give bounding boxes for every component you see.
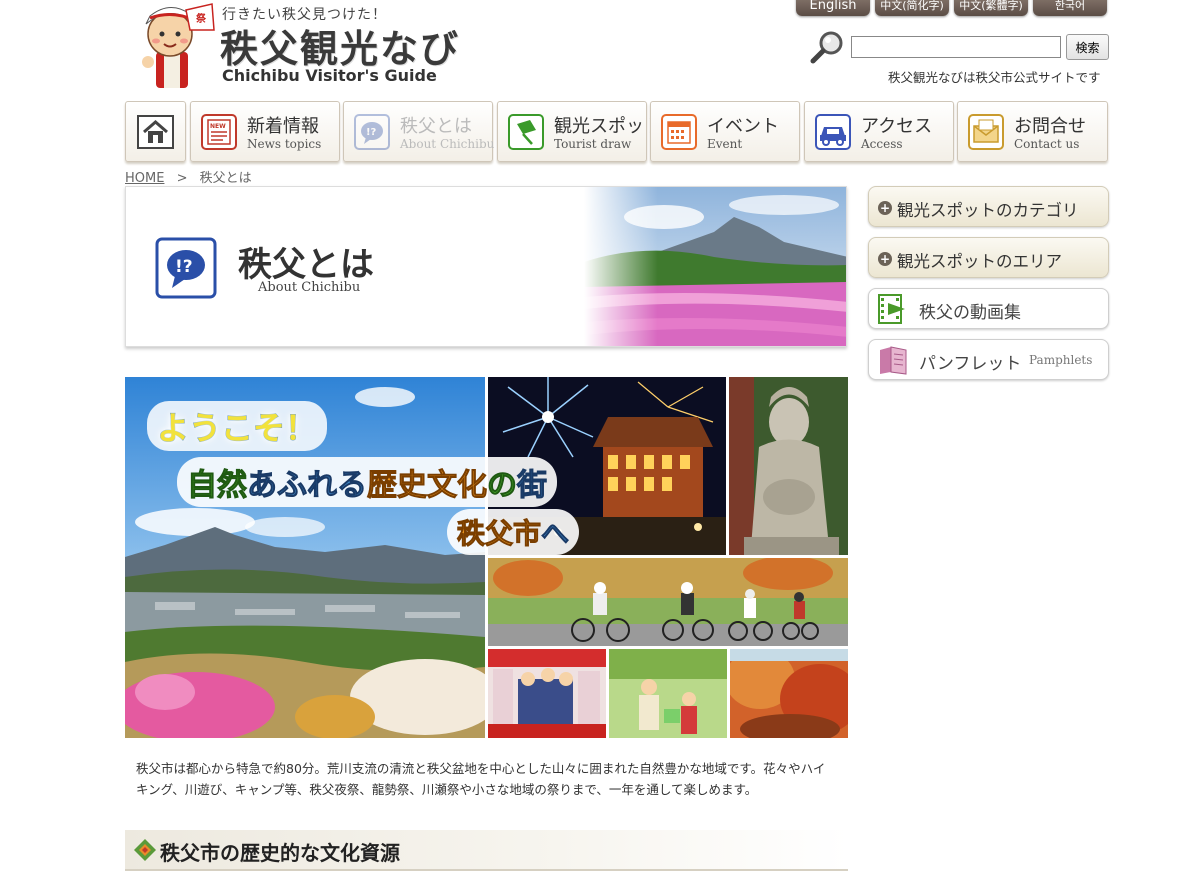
sidebar-spot-categories-label: 観光スポットのカテゴリ — [897, 201, 1079, 220]
section-title: 秩父市の歴史的な文化資源 — [160, 841, 400, 865]
hero-tagline-line: 自然あふれる歴史文化の街 — [177, 457, 557, 507]
page-title: 秩父とは — [238, 245, 374, 285]
search-input[interactable] — [851, 36, 1061, 58]
nav-contact-label: お問合せ — [1014, 116, 1086, 137]
sidebar-videos-label: 秩父の動画集 — [919, 303, 1021, 323]
diamond-icon — [134, 839, 156, 861]
question-bubble-icon: !? — [155, 237, 217, 299]
sidebar-pamphlets[interactable]: パンフレット Pamphlets — [868, 339, 1109, 380]
mail-icon — [968, 114, 1004, 150]
nav-tourist-spots[interactable]: 観光スポット Tourist draw — [497, 101, 662, 162]
shibazakura-photo — [584, 187, 846, 346]
nav-about[interactable]: !? 秩父とは About Chichibu — [343, 101, 495, 162]
nav-events-label: イベント — [707, 116, 779, 137]
search-button[interactable]: 検索 — [1066, 34, 1109, 60]
sidebar-pamphlets-sublabel: Pamphlets — [1029, 353, 1093, 367]
cycling-photo — [488, 558, 848, 646]
site-subtitle: Chichibu Visitor's Guide — [222, 66, 437, 85]
official-site-note: 秩父観光なびは秩父市公式サイトです — [888, 70, 1101, 85]
breadcrumb-home-link[interactable]: HOME — [125, 171, 164, 186]
calendar-icon — [661, 114, 697, 150]
sidebar-spot-areas[interactable]: + 観光スポットのエリア — [868, 237, 1109, 278]
svg-text:!?: !? — [366, 127, 377, 138]
hero-welcome-line: ようこそ！ — [147, 401, 328, 451]
hero-welcome-text: ようこそ！ 自然あふれる歴史文化の街 秩父市へ — [135, 397, 595, 567]
lang-chinese-traditional-button[interactable]: 中文(繁體字) — [954, 0, 1028, 16]
sidebar-videos[interactable]: 秩父の動画集 — [868, 288, 1109, 329]
sidebar-pamphlets-label: パンフレット — [919, 354, 1022, 374]
language-switcher: English 中文(简化字) 中文(繁體字) 한국어 — [796, 0, 1107, 16]
page-subtitle: About Chichibu — [258, 280, 361, 295]
nav-events-sublabel: Event — [707, 137, 743, 151]
hero-city-line: 秩父市へ — [447, 509, 580, 555]
intro-paragraph: 秩父市は都心から特急で約80分。荒川支流の清流と秩父盆地を中心とした山々に囲まれ… — [136, 761, 826, 797]
site-logo[interactable]: 祭 行きたい秩父見つけた！ 秩父観光なび Chichibu Visitor's … — [128, 0, 473, 92]
plus-icon: + — [878, 252, 892, 266]
nav-news[interactable]: NEW 新着情報 News topics — [190, 101, 340, 162]
nav-access-label: アクセス — [861, 116, 933, 137]
nav-about-label: 秩父とは — [400, 116, 472, 137]
lang-chinese-simplified-button[interactable]: 中文(简化字) — [875, 0, 949, 16]
page-banner: !? 秩父とは About Chichibu — [125, 186, 847, 347]
autumn-leaves-photo — [730, 649, 848, 738]
breadcrumb-current: 秩父とは — [199, 171, 252, 186]
film-icon — [878, 294, 905, 324]
nav-access[interactable]: アクセス Access — [804, 101, 954, 162]
hero-collage: ようこそ！ 自然あふれる歴史文化の街 秩父市へ — [125, 377, 848, 738]
nav-events[interactable]: イベント Event — [650, 101, 800, 162]
hero-word-town: 街 — [517, 468, 548, 504]
flag-icon — [508, 114, 544, 150]
lang-korean-button[interactable]: 한국어 — [1033, 0, 1107, 16]
newspaper-icon: NEW — [201, 114, 237, 150]
pamphlet-icon — [880, 346, 907, 375]
stone-buddha-photo — [729, 377, 848, 555]
nav-contact[interactable]: お問合せ Contact us — [957, 101, 1108, 162]
sidebar-spot-areas-label: 観光スポットのエリア — [897, 252, 1062, 271]
hero-word-nature: 自然 — [187, 468, 248, 504]
hero-word-afureru: あふれる — [247, 468, 368, 504]
magnifier-icon — [810, 31, 843, 64]
home-icon — [137, 115, 174, 149]
hero-word-he: へ — [541, 517, 570, 551]
plus-icon: + — [878, 201, 892, 215]
site-title: 秩父観光なび — [220, 27, 461, 71]
hero-word-history: 歴史文化 — [367, 468, 488, 504]
svg-text:祭: 祭 — [196, 12, 207, 25]
section-heading: 秩父市の歴史的な文化資源 — [125, 830, 848, 871]
global-nav: NEW 新着情報 News topics !? 秩父とは About Chich… — [125, 101, 1108, 162]
hero-word-chichibu: 秩父市 — [456, 517, 542, 551]
nav-news-sublabel: News topics — [247, 137, 322, 151]
hero-word-no: の — [487, 468, 518, 504]
nav-access-sublabel: Access — [861, 137, 903, 151]
lang-english-button[interactable]: English — [796, 0, 870, 16]
mascot-icon: 祭 — [142, 3, 215, 88]
fruit-picking-photo — [609, 649, 727, 738]
breadcrumb: HOME > 秩父とは — [125, 167, 252, 186]
nav-home[interactable] — [125, 101, 186, 162]
nav-about-sublabel: About Chichibu — [400, 137, 495, 151]
question-bubble-icon: !? — [354, 114, 390, 150]
nav-tourist-spots-sublabel: Tourist draw — [554, 137, 632, 151]
sidebar-spot-categories[interactable]: + 観光スポットのカテゴリ — [868, 186, 1109, 227]
breadcrumb-separator: > — [176, 171, 188, 186]
svg-text:!?: !? — [175, 257, 193, 277]
children-festival-photo — [488, 649, 606, 738]
car-icon — [815, 114, 851, 150]
svg-text:NEW: NEW — [210, 123, 226, 130]
nav-news-label: 新着情報 — [247, 116, 319, 137]
nav-tourist-spots-label: 観光スポット — [554, 116, 662, 137]
nav-contact-sublabel: Contact us — [1014, 137, 1080, 151]
